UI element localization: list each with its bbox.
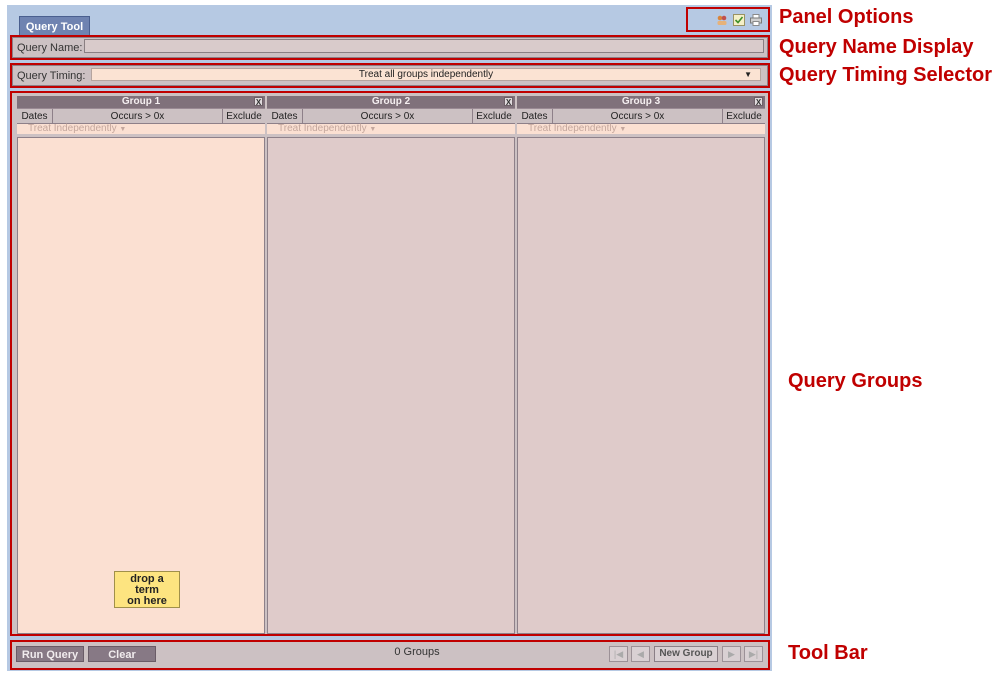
exclude-button[interactable]: Exclude bbox=[723, 109, 765, 124]
tab-query-tool[interactable]: Query Tool bbox=[19, 16, 90, 37]
group-title-bar: Group 2 X bbox=[267, 96, 515, 108]
group-drop-area[interactable] bbox=[267, 137, 515, 634]
occurs-button[interactable]: Occurs > 0x bbox=[303, 109, 473, 124]
group-title: Group 2 bbox=[371, 96, 411, 107]
exclude-button[interactable]: Exclude bbox=[223, 109, 265, 124]
panel-options bbox=[686, 7, 770, 32]
query-group: Group 3 X Dates Occurs > 0x Exclude Trea… bbox=[517, 96, 765, 634]
printer-icon[interactable] bbox=[750, 13, 762, 26]
chevron-down-icon: ▼ bbox=[369, 126, 377, 133]
annotation-query-timing-selector: Query Timing Selector bbox=[779, 64, 993, 86]
query-group: Group 1 X Dates Occurs > 0x Exclude Trea… bbox=[17, 96, 265, 634]
next-page-icon[interactable]: ▶ bbox=[722, 646, 741, 662]
query-name-label: Query Name: bbox=[17, 41, 83, 54]
group-timing-dropdown[interactable]: Treat Independently ▼ bbox=[17, 124, 265, 134]
annotation-query-groups: Query Groups bbox=[788, 370, 923, 392]
annotation-tool-bar: Tool Bar bbox=[788, 642, 868, 664]
query-timing-value: Treat all groups independently bbox=[358, 69, 494, 80]
query-name-field[interactable] bbox=[84, 39, 764, 53]
group-toolbar: Dates Occurs > 0x Exclude bbox=[17, 108, 265, 124]
group-drop-area[interactable]: drop a term on here bbox=[17, 137, 265, 634]
dates-button[interactable]: Dates bbox=[17, 109, 53, 124]
dates-button[interactable]: Dates bbox=[517, 109, 553, 124]
close-icon[interactable]: X bbox=[504, 97, 513, 107]
previous-page-icon[interactable]: ◀ bbox=[631, 646, 650, 662]
exclude-button[interactable]: Exclude bbox=[473, 109, 515, 124]
people-icon[interactable] bbox=[716, 14, 728, 26]
drop-term-hint: drop a term on here bbox=[114, 571, 180, 608]
run-query-button[interactable]: Run Query bbox=[16, 646, 84, 662]
occurs-button[interactable]: Occurs > 0x bbox=[53, 109, 223, 124]
chevron-down-icon: ▼ bbox=[119, 126, 127, 133]
occurs-button[interactable]: Occurs > 0x bbox=[553, 109, 723, 124]
group-timing-dropdown[interactable]: Treat Independently ▼ bbox=[267, 124, 515, 134]
last-page-icon[interactable]: ▶| bbox=[744, 646, 763, 662]
close-icon[interactable]: X bbox=[254, 97, 263, 107]
group-title-bar: Group 3 X bbox=[517, 96, 765, 108]
first-page-icon[interactable]: |◀ bbox=[609, 646, 628, 662]
query-groups: Group 1 X Dates Occurs > 0x Exclude Trea… bbox=[10, 91, 770, 636]
drop-hint-line: on here bbox=[127, 595, 167, 607]
group-toolbar: Dates Occurs > 0x Exclude bbox=[267, 108, 515, 124]
group-timing-value: Treat Independently bbox=[278, 123, 367, 134]
tool-bar: Run Query Clear 0 Groups |◀ ◀ New Group … bbox=[10, 640, 770, 670]
query-group: Group 2 X Dates Occurs > 0x Exclude Trea… bbox=[267, 96, 515, 634]
check-icon[interactable] bbox=[733, 13, 745, 26]
clear-button[interactable]: Clear bbox=[88, 646, 156, 662]
group-timing-dropdown[interactable]: Treat Independently ▼ bbox=[517, 124, 765, 134]
group-title: Group 1 bbox=[121, 96, 161, 107]
new-group-button[interactable]: New Group bbox=[654, 646, 718, 662]
chevron-down-icon: ▼ bbox=[619, 126, 627, 133]
group-timing-value: Treat Independently bbox=[28, 123, 117, 134]
group-drop-area[interactable] bbox=[517, 137, 765, 634]
group-toolbar: Dates Occurs > 0x Exclude bbox=[517, 108, 765, 124]
chevron-down-icon: ▼ bbox=[744, 70, 752, 79]
group-timing-value: Treat Independently bbox=[528, 123, 617, 134]
annotation-query-name-display: Query Name Display bbox=[779, 36, 974, 58]
dates-button[interactable]: Dates bbox=[267, 109, 303, 124]
close-icon[interactable]: X bbox=[754, 97, 763, 107]
groups-count: 0 Groups bbox=[394, 646, 440, 658]
group-title: Group 3 bbox=[621, 96, 661, 107]
annotation-panel-options: Panel Options bbox=[779, 6, 914, 28]
group-title-bar: Group 1 X bbox=[17, 96, 265, 108]
query-timing-label: Query Timing: bbox=[17, 69, 86, 82]
query-timing-select[interactable]: Treat all groups independently ▼ bbox=[91, 68, 761, 81]
